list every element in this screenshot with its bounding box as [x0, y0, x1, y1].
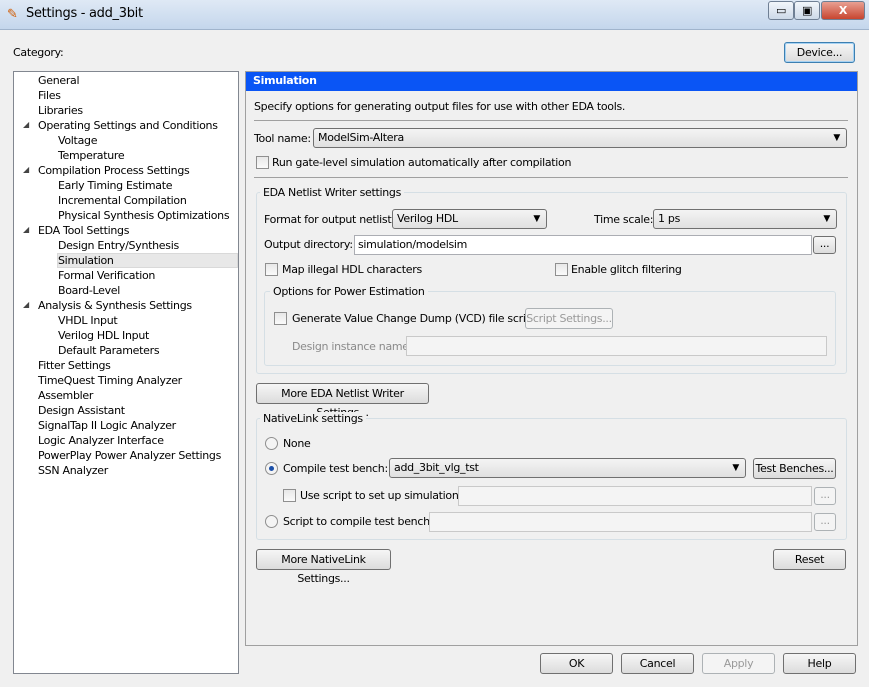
outdir-input[interactable]: simulation/modelsim [354, 235, 812, 255]
netlist-group-title: EDA Netlist Writer settings [260, 186, 405, 199]
tree-item[interactable]: Formal Verification [58, 268, 155, 283]
close-button[interactable]: X [821, 1, 865, 20]
page-description: Specify options for generating output fi… [254, 100, 626, 113]
compile-tb-label: Compile test bench: [283, 462, 388, 475]
vcd-label: Generate Value Change Dump (VCD) file sc… [292, 312, 537, 325]
category-label: Category: [13, 46, 64, 59]
reset-button[interactable]: Reset [773, 549, 846, 570]
tree-item[interactable]: Temperature [58, 148, 125, 163]
use-script-checkbox[interactable] [283, 489, 296, 502]
tree-item[interactable]: SignalTap II Logic Analyzer [38, 418, 176, 433]
tree-item[interactable]: Early Timing Estimate [58, 178, 173, 193]
compile-tb-value: add_3bit_vlg_tst [394, 461, 479, 474]
tree-item[interactable]: Compilation Process Settings [38, 163, 190, 178]
device-button[interactable]: Device... [784, 42, 855, 63]
tool-name-value: ModelSim-Altera [318, 131, 404, 144]
help-button[interactable]: Help [783, 653, 856, 674]
cancel-button[interactable]: Cancel [621, 653, 694, 674]
tree-item[interactable]: Board-Level [58, 283, 120, 298]
tool-name-label: Tool name: [254, 132, 311, 145]
tree-item[interactable]: Assembler [38, 388, 93, 403]
chevron-down-icon: ▼ [732, 463, 739, 473]
use-script-browse-button[interactable]: ... [814, 487, 836, 505]
tree-item[interactable]: Libraries [38, 103, 83, 118]
settings-icon: ✎ [7, 7, 18, 22]
format-label: Format for output netlist: [264, 213, 395, 226]
tree-item[interactable]: TimeQuest Timing Analyzer [38, 373, 182, 388]
window-title: Settings - add_3bit [26, 6, 143, 21]
compile-tb-radio[interactable] [265, 462, 278, 475]
tree-item[interactable]: Physical Synthesis Optimizations [58, 208, 230, 223]
tree-item[interactable]: Voltage [58, 133, 97, 148]
expand-arrow-icon[interactable]: ◢ [23, 225, 29, 234]
tree-item[interactable]: VHDL Input [58, 313, 118, 328]
script-compile-browse-button[interactable]: ... [814, 513, 836, 531]
more-netlist-button[interactable]: More EDA Netlist Writer Settings... [256, 383, 429, 419]
more-nativelink-button[interactable]: More NativeLink Settings... [256, 549, 391, 585]
tree-item[interactable]: Design Assistant [38, 403, 125, 418]
format-select[interactable]: Verilog HDL ▼ [392, 209, 547, 229]
tree-item[interactable]: Operating Settings and Conditions [38, 118, 218, 133]
minimize-button[interactable]: ▭ [768, 1, 794, 20]
chevron-down-icon: ▼ [823, 214, 830, 224]
format-value: Verilog HDL [397, 212, 458, 225]
tree-item[interactable]: General [38, 73, 80, 88]
tree-item[interactable]: Files [38, 88, 61, 103]
chevron-down-icon: ▼ [833, 133, 840, 143]
tree-item[interactable]: PowerPlay Power Analyzer Settings [38, 448, 221, 463]
category-tree[interactable]: General Files Libraries ◢ Operating Settings… [13, 71, 239, 674]
ok-button[interactable]: OK [540, 653, 613, 674]
expand-arrow-icon[interactable]: ◢ [23, 120, 29, 129]
tree-item[interactable]: Verilog HDL Input [58, 328, 149, 343]
script-compile-input[interactable] [429, 512, 812, 532]
tree-item[interactable]: Fitter Settings [38, 358, 111, 373]
expand-arrow-icon[interactable]: ◢ [23, 165, 29, 174]
run-gate-level-checkbox[interactable] [256, 156, 269, 169]
script-compile-label: Script to compile test bench: [283, 515, 434, 528]
tree-item[interactable]: EDA Tool Settings [38, 223, 129, 238]
glitch-label: Enable glitch filtering [571, 263, 682, 276]
divider [254, 177, 848, 178]
glitch-checkbox[interactable] [555, 263, 568, 276]
page-header: Simulation [246, 72, 857, 91]
apply-button[interactable]: Apply [702, 653, 775, 674]
divider [254, 120, 848, 121]
compile-tb-select[interactable]: add_3bit_vlg_tst ▼ [389, 458, 746, 478]
instance-label: Design instance name: [292, 340, 413, 353]
tree-item[interactable]: Logic Analyzer Interface [38, 433, 164, 448]
chevron-down-icon: ▼ [533, 214, 540, 224]
tree-item[interactable]: SSN Analyzer [38, 463, 108, 478]
vcd-checkbox[interactable] [274, 312, 287, 325]
instance-input[interactable] [406, 336, 827, 356]
run-gate-level-label: Run gate-level simulation automatically … [272, 156, 572, 169]
timescale-select[interactable]: 1 ps ▼ [653, 209, 837, 229]
use-script-input[interactable] [458, 486, 812, 506]
tool-name-select[interactable]: ModelSim-Altera ▼ [313, 128, 847, 148]
maximize-button[interactable]: ▣ [794, 1, 820, 20]
outdir-label: Output directory: [264, 238, 353, 251]
outdir-browse-button[interactable]: ... [813, 236, 836, 254]
none-radio[interactable] [265, 437, 278, 450]
map-illegal-checkbox[interactable] [265, 263, 278, 276]
tree-item[interactable]: Incremental Compilation [58, 193, 187, 208]
map-illegal-label: Map illegal HDL characters [282, 263, 422, 276]
tree-item[interactable]: Analysis & Synthesis Settings [38, 298, 192, 313]
script-settings-button[interactable]: Script Settings... [525, 308, 613, 329]
use-script-label: Use script to set up simulation: [300, 489, 462, 502]
script-compile-radio[interactable] [265, 515, 278, 528]
tree-item[interactable]: Default Parameters [58, 343, 160, 358]
tree-item[interactable]: Simulation [58, 253, 114, 268]
tree-item[interactable]: Design Entry/Synthesis [58, 238, 179, 253]
none-label: None [283, 437, 311, 450]
power-group-title: Options for Power Estimation [270, 285, 428, 298]
timescale-label: Time scale: [594, 213, 654, 226]
timescale-value: 1 ps [658, 212, 681, 225]
expand-arrow-icon[interactable]: ◢ [23, 300, 29, 309]
test-benches-button[interactable]: Test Benches... [753, 458, 836, 479]
nativelink-group-title: NativeLink settings [260, 412, 366, 425]
